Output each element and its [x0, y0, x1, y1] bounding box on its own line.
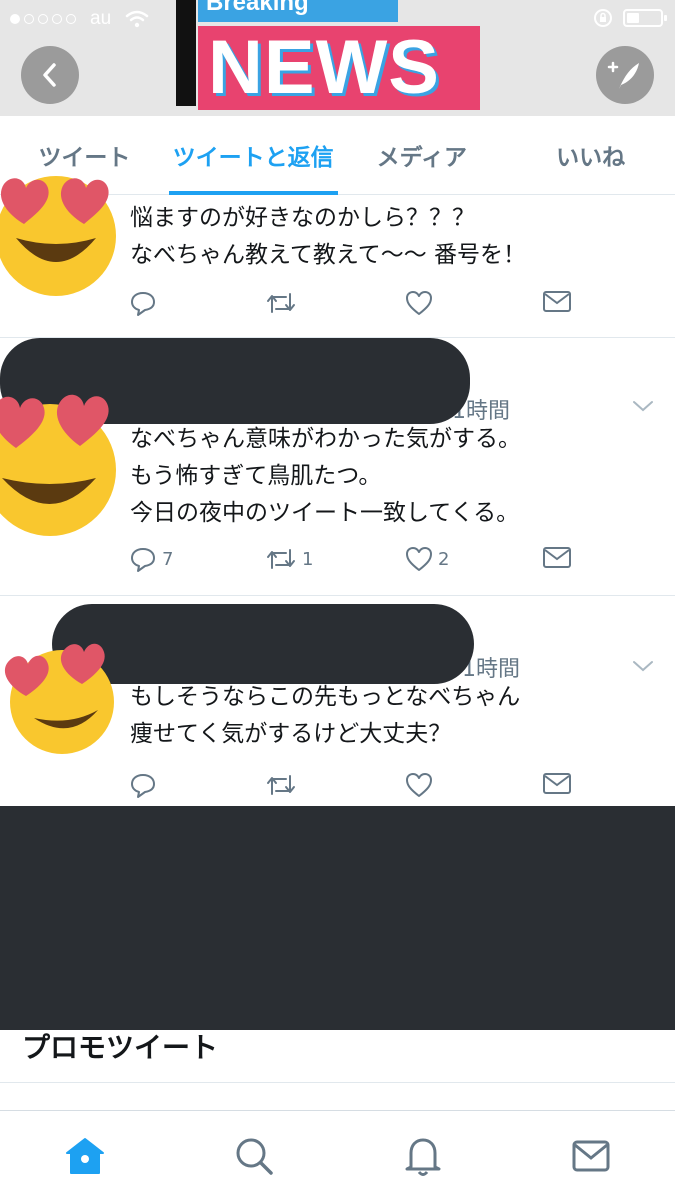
chevron-down-icon[interactable] — [631, 658, 655, 674]
promoted-title: プロモツイート — [22, 1031, 219, 1064]
heart-icon — [406, 773, 432, 797]
carrier-name: au — [90, 8, 112, 29]
nav-notifications[interactable] — [400, 1133, 446, 1179]
header-banner-image: Breaking NEWS — [176, 0, 486, 116]
tweet-text-line: 悩ますのが好きなのかしら？？？ — [130, 205, 475, 231]
tweet-text-line: もしそうならこの先もっとなべちゃん — [130, 684, 521, 710]
tweet-actions — [128, 770, 578, 804]
envelope-icon — [572, 1140, 610, 1172]
tweet-actions: 7 1 2 — [128, 544, 578, 578]
tweet-text: 悩ますのが好きなのかしら？？？ なべちゃん教えて教えて〜〜 番号を！ — [130, 200, 526, 274]
banner-main-text: NEWS — [208, 25, 440, 110]
rotation-lock-icon — [594, 9, 612, 27]
retweet-icon — [267, 549, 295, 569]
promoted-tweets-section: プロモツイート — [0, 1030, 675, 1110]
bottom-tab-bar — [0, 1110, 675, 1200]
reply-button[interactable] — [128, 288, 162, 318]
signal-dot-icon — [24, 14, 34, 24]
home-icon — [66, 1138, 104, 1174]
envelope-icon — [543, 773, 571, 794]
retweet-button[interactable] — [264, 288, 302, 318]
chevron-left-icon — [43, 63, 56, 87]
reply-count: 7 — [162, 548, 174, 570]
retweet-button[interactable]: 1 — [264, 544, 313, 574]
reply-button[interactable]: 7 — [128, 544, 173, 574]
retweet-button[interactable] — [264, 770, 302, 800]
signal-dot-icon — [52, 14, 62, 24]
retweet-count: 1 — [302, 548, 314, 570]
envelope-icon — [543, 291, 571, 312]
tweet-actions — [128, 288, 578, 322]
nav-home[interactable] — [62, 1133, 108, 1179]
heart-eyes-emoji-icon — [0, 176, 116, 296]
profile-header: au Breaking NEWS — [0, 0, 675, 116]
retweet-icon — [267, 293, 295, 313]
nav-search[interactable] — [231, 1133, 277, 1179]
tweet-text-line: なべちゃん意味がわかった気がする。 — [130, 426, 521, 452]
search-icon — [236, 1138, 273, 1175]
compose-feather-icon — [607, 61, 639, 89]
banner-post — [176, 0, 196, 106]
reply-icon — [131, 774, 155, 798]
heart-icon — [406, 291, 432, 315]
signal-dot-icon — [66, 14, 76, 24]
tab-likes[interactable]: いいね — [506, 116, 675, 194]
like-count: 2 — [438, 548, 450, 570]
reply-icon — [131, 292, 155, 316]
bell-icon — [405, 1138, 441, 1176]
heart-eyes-emoji-icon — [0, 394, 116, 536]
battery-icon — [623, 9, 667, 27]
direct-message-button[interactable] — [542, 288, 572, 314]
status-bar-right — [593, 8, 667, 28]
compose-button[interactable] — [596, 46, 654, 104]
retweet-icon — [267, 775, 295, 795]
signal-dot-icon — [10, 14, 20, 24]
divider — [0, 1082, 675, 1083]
like-button[interactable] — [404, 770, 438, 800]
reply-button[interactable] — [128, 770, 162, 800]
reply-icon — [131, 548, 155, 572]
heart-eyes-emoji-icon — [4, 643, 114, 754]
tweet-text: もしそうならこの先もっとなべちゃん 痩せてく気がするけど大丈夫？ — [130, 679, 520, 753]
signal-dot-icon — [38, 14, 48, 24]
direct-message-button[interactable] — [542, 544, 572, 570]
direct-message-button[interactable] — [542, 770, 572, 796]
banner-top-text: Breaking — [198, 0, 398, 22]
tweet-text-line: 痩せてく気がするけど大丈夫？ — [130, 721, 452, 747]
tweet-text-line: もう怖すぎて鳥肌たつ。 — [130, 463, 382, 489]
envelope-icon — [543, 547, 571, 568]
heart-icon — [406, 547, 432, 571]
redacted-area — [0, 806, 675, 1030]
back-button[interactable] — [21, 46, 79, 104]
nav-messages[interactable] — [568, 1133, 614, 1179]
like-button[interactable]: 2 — [404, 544, 449, 574]
status-bar-left: au — [10, 8, 149, 30]
tweet-text-line: なべちゃん教えて教えて〜〜 番号を！ — [130, 242, 527, 268]
tweet-text-line: 今日の夜中のツイート一致してくる。 — [130, 500, 520, 526]
tab-tweets-and-replies[interactable]: ツイートと返信 — [168, 116, 338, 195]
wifi-icon — [125, 10, 149, 28]
tab-media[interactable]: メディア — [338, 116, 507, 194]
chevron-down-icon[interactable] — [631, 398, 655, 414]
tweet-text: なべちゃん意味がわかった気がする。 もう怖すぎて鳥肌たつ。 今日の夜中のツイート… — [130, 421, 521, 532]
like-button[interactable] — [404, 288, 438, 318]
banner-main: NEWS — [198, 26, 480, 110]
